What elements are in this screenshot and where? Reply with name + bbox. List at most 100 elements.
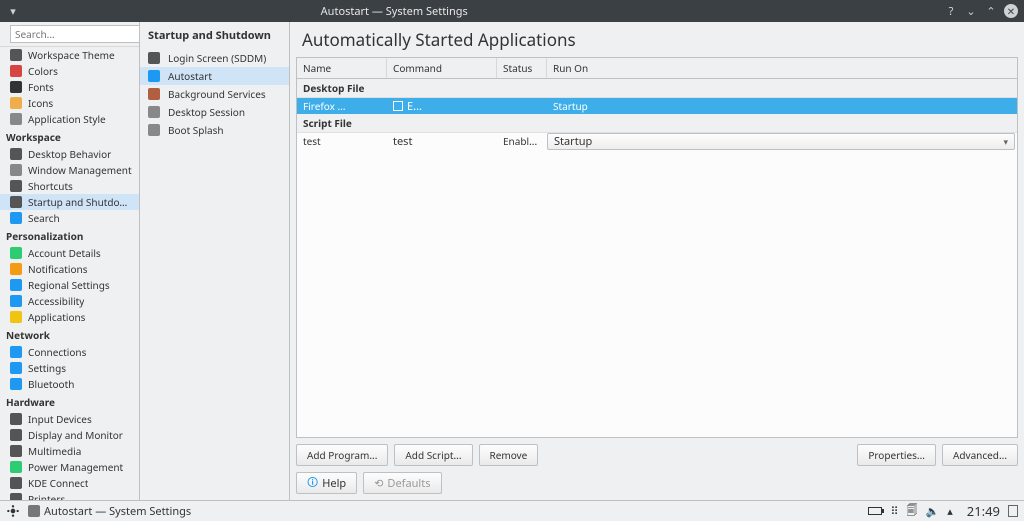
system-tray: ⠿ 🗐 🔈 ▴ 21:49 (868, 502, 1018, 521)
chevron-down-icon: ▾ (1003, 135, 1008, 148)
sidebar-item[interactable]: Workspace Theme (0, 47, 139, 63)
enabled-checkbox[interactable] (393, 101, 403, 111)
properties-button[interactable]: Properties... (857, 444, 936, 466)
sidebar-item-label: Search (28, 211, 60, 225)
battery-icon[interactable] (868, 507, 882, 515)
table-section-header: Script File (297, 114, 1017, 133)
sidebar-item[interactable]: Display and Monitor (0, 427, 139, 443)
app-launcher-icon[interactable] (6, 504, 20, 518)
sidebar-item[interactable]: Application Style (0, 111, 139, 127)
table-row[interactable]: Firefox ...E...Startup (297, 98, 1017, 114)
runon-combobox[interactable]: Startup▾ (547, 133, 1015, 150)
network-icon[interactable]: ⠿ (890, 504, 898, 519)
sidebar-item-icon (10, 263, 22, 275)
sidebar-item-label: Regional Settings (28, 278, 110, 292)
add-script-button[interactable]: Add Script... (394, 444, 472, 466)
sidebar-item[interactable]: Notifications (0, 261, 139, 277)
add-program-button[interactable]: Add Program... (296, 444, 388, 466)
app-menu-icon[interactable]: ▾ (6, 4, 20, 18)
minimize-icon[interactable]: ⌄ (964, 4, 978, 18)
help-button[interactable]: 🛈 Help (296, 472, 357, 494)
main-panel: Automatically Started Applications Name … (290, 22, 1024, 500)
volume-icon[interactable]: 🔈 (926, 504, 940, 519)
cell-name: test (297, 134, 387, 148)
taskbar-entry[interactable]: Autostart — System Settings (28, 504, 191, 519)
cell-runon: Startup▾ (547, 133, 1017, 150)
subcategory-item[interactable]: Desktop Session (140, 103, 289, 121)
sidebar-item-icon (10, 493, 22, 500)
subcategory-item[interactable]: Login Screen (SDDM) (140, 49, 289, 67)
sidebar-item-label: Workspace Theme (28, 48, 115, 62)
col-status[interactable]: Status (497, 58, 547, 78)
sidebar-item[interactable]: Window Management (0, 162, 139, 178)
subcategory-label: Background Services (168, 87, 266, 101)
table-row[interactable]: testtestEnabl...Startup▾ (297, 133, 1017, 149)
sidebar-item[interactable]: Applications (0, 309, 139, 325)
sidebar-item[interactable]: Colors (0, 63, 139, 79)
clock[interactable]: 21:49 (967, 502, 1000, 520)
sidebar-item[interactable]: Regional Settings (0, 277, 139, 293)
sidebar-item[interactable]: Shortcuts (0, 178, 139, 194)
sidebar-item-label: Startup and Shutdown (28, 195, 133, 209)
col-runon[interactable]: Run On (547, 58, 1017, 78)
advanced-button[interactable]: Advanced... (942, 444, 1018, 466)
sidebar-top (0, 22, 139, 47)
sidebar-item-icon (10, 362, 22, 374)
sidebar-item[interactable]: Input Devices (0, 411, 139, 427)
sidebar-item[interactable]: Power Management (0, 459, 139, 475)
show-desktop-icon[interactable] (1008, 505, 1018, 517)
close-icon[interactable]: ✕ (1004, 4, 1018, 18)
sidebar-item[interactable]: Search (0, 210, 139, 226)
help-button-label: Help (322, 476, 346, 491)
sidebar-item[interactable]: Fonts (0, 79, 139, 95)
maximize-icon[interactable]: ⌃ (984, 4, 998, 18)
category-group-label: Hardware (0, 392, 139, 411)
clipboard-icon[interactable]: 🗐 (907, 502, 918, 521)
search-input[interactable] (10, 25, 140, 43)
sidebar-item-icon (10, 247, 22, 259)
sidebar-item[interactable]: Connections (0, 344, 139, 360)
category-list[interactable]: Workspace ThemeColorsFontsIconsApplicati… (0, 47, 139, 500)
col-name[interactable]: Name (297, 58, 387, 78)
sidebar-item-icon (10, 212, 22, 224)
sidebar-item[interactable]: Accessibility (0, 293, 139, 309)
sidebar-item[interactable]: Multimedia (0, 443, 139, 459)
subcategory-label: Boot Splash (168, 123, 224, 137)
page-title: Automatically Started Applications (290, 22, 1024, 57)
remove-button[interactable]: Remove (479, 444, 539, 466)
hamburger-icon[interactable] (4, 27, 6, 41)
window-titlebar: ▾ Autostart — System Settings ? ⌄ ⌃ ✕ (0, 0, 1024, 22)
sidebar-item-icon (10, 164, 22, 176)
sidebar-item-icon (10, 196, 22, 208)
sidebar-item-label: Power Management (28, 460, 123, 474)
sidebar-item[interactable]: Startup and Shutdown (0, 194, 139, 210)
sidebar-item[interactable]: Settings (0, 360, 139, 376)
tray-expand-icon[interactable]: ▴ (947, 504, 953, 519)
help-icon[interactable]: ? (944, 4, 958, 18)
subcategory-item[interactable]: Background Services (140, 85, 289, 103)
sidebar-item-icon (10, 413, 22, 425)
sidebar-item[interactable]: Printers (0, 491, 139, 500)
subcategory-column: Startup and Shutdown Login Screen (SDDM)… (140, 22, 290, 500)
col-command[interactable]: Command (387, 58, 497, 78)
subcategory-title: Startup and Shutdown (140, 26, 289, 49)
sidebar-item-icon (10, 429, 22, 441)
sidebar-item-label: Accessibility (28, 294, 84, 308)
sidebar-item[interactable]: KDE Connect (0, 475, 139, 491)
sidebar-item-label: Window Management (28, 163, 132, 177)
cell-command: test (387, 134, 497, 149)
sidebar-item-label: Application Style (28, 112, 106, 126)
sidebar-item[interactable]: Account Details (0, 245, 139, 261)
sidebar-item-icon (10, 113, 22, 125)
sidebar-item[interactable]: Icons (0, 95, 139, 111)
subcategory-item[interactable]: Autostart (140, 67, 289, 85)
cell-runon: Startup (547, 99, 1017, 113)
sidebar-item-icon (10, 49, 22, 61)
sidebar-item[interactable]: Bluetooth (0, 376, 139, 392)
sidebar-item-icon (10, 65, 22, 77)
subcategory-item[interactable]: Boot Splash (140, 121, 289, 139)
sidebar-item[interactable]: Desktop Behavior (0, 146, 139, 162)
table-body: Desktop FileFirefox ...E...StartupScript… (297, 79, 1017, 437)
defaults-button: ⟲ Defaults (363, 472, 441, 494)
sidebar-item-icon (10, 346, 22, 358)
